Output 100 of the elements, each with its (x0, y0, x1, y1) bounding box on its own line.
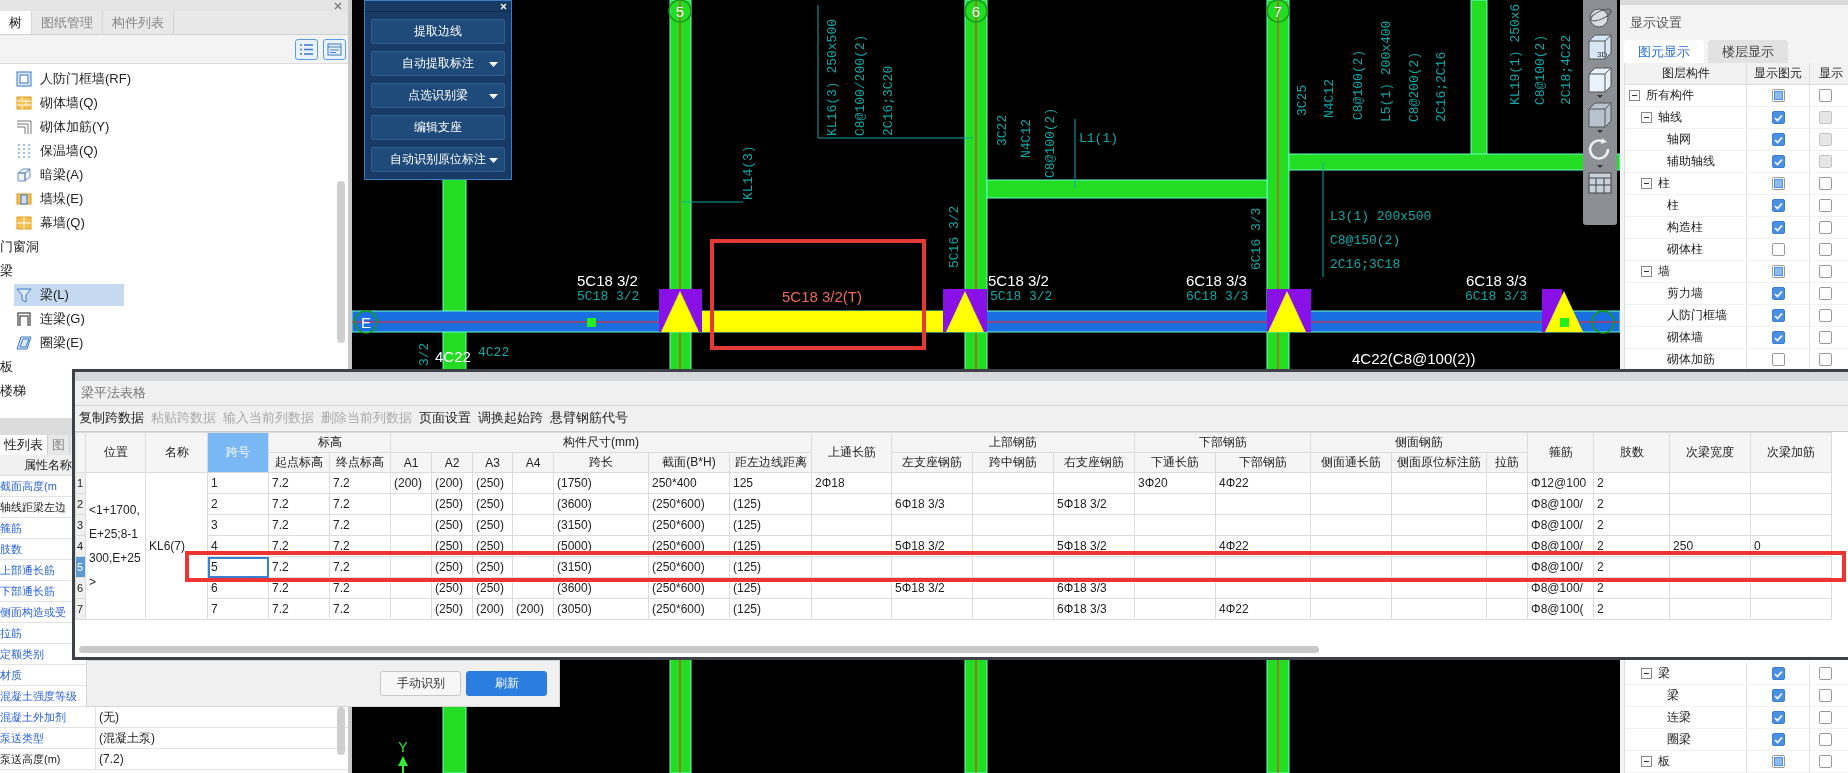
checkbox[interactable] (1819, 331, 1832, 344)
checkbox[interactable] (1771, 199, 1785, 212)
property-value[interactable]: (无) (96, 707, 119, 727)
checkbox[interactable] (1771, 177, 1785, 190)
drawing-annotation: L5(1) 200x400 (1379, 20, 1394, 122)
collapse-toggle[interactable] (1641, 112, 1652, 123)
cube-icon[interactable]: 3D (1586, 33, 1614, 63)
checkbox[interactable] (1771, 155, 1785, 168)
grip-handle[interactable] (587, 318, 596, 327)
tree-item[interactable]: 连梁(G) (14, 308, 124, 330)
checkbox[interactable] (1771, 711, 1785, 724)
toolbar-item[interactable]: 调换起始跨 (478, 410, 543, 427)
checkbox[interactable] (1771, 353, 1785, 366)
row-header[interactable]: 1 (75, 472, 86, 494)
checkbox[interactable] (1771, 667, 1785, 680)
row-header[interactable]: 4 (75, 535, 86, 557)
checkbox[interactable] (1819, 353, 1832, 366)
drawing-annotation: 4C22 (478, 345, 510, 360)
checkbox[interactable] (1771, 221, 1785, 234)
checkbox[interactable] (1819, 221, 1832, 234)
row-header[interactable]: 2 (75, 493, 86, 515)
collapse-toggle[interactable] (1629, 90, 1640, 101)
property-value[interactable]: (7.2) (96, 749, 124, 769)
checkbox[interactable] (1819, 89, 1832, 102)
panel-tab[interactable]: 楼层显示 (1708, 40, 1788, 63)
action-button[interactable]: 刷新 (466, 671, 547, 696)
tree-group[interactable]: 门窗洞 (0, 238, 39, 256)
tree-item[interactable]: 砌体加筋(Y) (14, 116, 124, 138)
tree-item[interactable]: 砌体墙(Q) (14, 92, 124, 114)
action-button[interactable]: 手动识别 (380, 671, 461, 696)
tree-item[interactable]: 保温墙(Q) (14, 140, 124, 162)
drawing-annotation: L3(1) 200x500 (1330, 209, 1432, 224)
layer-label: 所有构件 (1646, 87, 1694, 104)
checkbox[interactable] (1771, 689, 1785, 702)
list-view-button[interactable] (295, 38, 318, 60)
toolbar-item[interactable]: 复制跨数据 (79, 410, 144, 427)
property-value[interactable]: (混凝土泵) (96, 728, 155, 748)
checkbox[interactable] (1819, 265, 1832, 278)
toolbar-item[interactable]: 页面设置 (419, 410, 471, 427)
cube-icon[interactable] (1586, 66, 1614, 98)
tree-item[interactable]: 暗梁(A) (14, 164, 124, 186)
toolbar-button[interactable]: 自动识别原位标注 (371, 147, 505, 172)
cube-icon[interactable] (1586, 101, 1614, 133)
scrollbar-thumb[interactable] (337, 707, 345, 755)
checkbox[interactable] (1819, 755, 1832, 768)
collapse-toggle[interactable] (1641, 266, 1652, 277)
column-header: 肢数 (1593, 432, 1670, 473)
toolbar-button[interactable]: 点选识别梁 (371, 83, 505, 108)
checkbox[interactable] (1771, 755, 1785, 768)
toolbar-button[interactable]: 编辑支座 (371, 115, 505, 140)
checkbox[interactable] (1819, 287, 1832, 300)
panel-tab[interactable]: 图元显示 (1624, 40, 1704, 63)
checkbox[interactable] (1819, 199, 1832, 212)
checkbox[interactable] (1819, 689, 1832, 702)
toolbar-button[interactable]: 自动提取标注 (371, 51, 505, 76)
checkbox[interactable] (1771, 331, 1785, 344)
checkbox[interactable] (1771, 133, 1785, 146)
row-header[interactable]: 6 (75, 577, 86, 599)
tree-item[interactable]: 人防门框墙(RF) (14, 68, 137, 90)
grid-icon[interactable] (1587, 171, 1613, 195)
tree-group[interactable]: 梁 (0, 262, 13, 280)
checkbox[interactable] (1771, 287, 1785, 300)
table-cell: (250) (431, 514, 473, 536)
panel-tab[interactable]: 性列表 (0, 435, 48, 455)
row-header[interactable]: 7 (75, 598, 86, 620)
scrollbar-thumb[interactable] (337, 181, 345, 343)
table-cell: (250*600) (648, 598, 730, 620)
checkbox[interactable] (1771, 309, 1785, 322)
tree-item[interactable]: 墙垛(E) (14, 188, 124, 210)
tree-group[interactable]: 板 (0, 358, 13, 376)
checkbox[interactable] (1771, 89, 1785, 102)
tree-item[interactable]: 圈梁(E) (14, 332, 124, 354)
checkbox[interactable] (1819, 667, 1832, 680)
checkbox[interactable] (1819, 711, 1832, 724)
axis-bubble (1266, 0, 1290, 23)
column-group-header: 下部钢筋 (1134, 432, 1311, 453)
grip-handle[interactable] (1560, 318, 1569, 327)
tree-item[interactable]: 梁(L) (14, 284, 124, 306)
table-cell: 3Φ20 (1134, 472, 1216, 494)
collapse-toggle[interactable] (1641, 178, 1652, 189)
collapse-toggle[interactable] (1641, 756, 1652, 767)
panel-tab[interactable]: 树 (0, 11, 32, 34)
toolbar-button[interactable]: 提取边线 (371, 19, 505, 44)
detail-view-button[interactable] (323, 38, 346, 60)
row-header[interactable]: 3 (75, 514, 86, 536)
checkbox[interactable] (1771, 265, 1785, 278)
checkbox[interactable] (1771, 243, 1785, 256)
collapse-toggle[interactable] (1641, 668, 1652, 679)
checkbox[interactable] (1771, 733, 1785, 746)
caret-icon (489, 94, 498, 99)
checkbox[interactable] (1819, 177, 1832, 190)
checkbox[interactable] (1819, 243, 1832, 256)
tree-group[interactable]: 楼梯 (0, 382, 26, 400)
table-cell: 2 (1593, 598, 1670, 620)
tree-item[interactable]: 幕墙(Q) (14, 212, 124, 234)
checkbox[interactable] (1819, 309, 1832, 322)
toolbar-item[interactable]: 悬臂钢筋代号 (550, 410, 628, 427)
checkbox[interactable] (1771, 111, 1785, 124)
checkbox[interactable] (1819, 733, 1832, 746)
scrollbar-thumb[interactable] (79, 645, 1319, 653)
